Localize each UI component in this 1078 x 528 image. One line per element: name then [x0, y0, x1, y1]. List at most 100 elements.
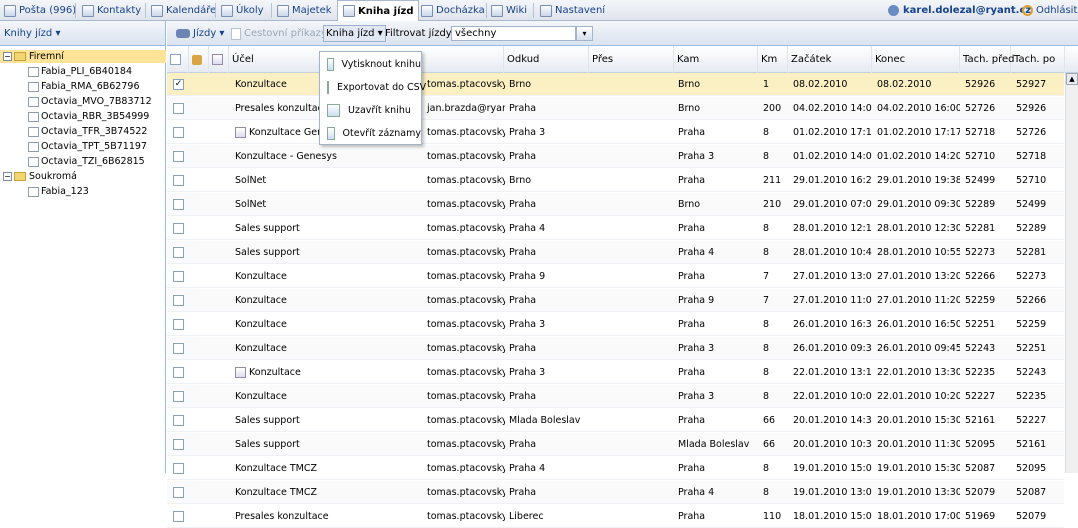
tree-item-car[interactable]: Octavia_TZI_6B62815: [28, 155, 145, 168]
table-row[interactable]: Sales support tomas.ptacovsky@ Praha Praha …: [167, 241, 1064, 264]
row-checkbox[interactable]: [171, 361, 187, 383]
checkbox[interactable]: [173, 102, 184, 114]
table-row[interactable]: Konzultace - Genesys tomas.ptacovsky@ Prah…: [167, 145, 1064, 168]
row-checkbox[interactable]: [171, 433, 187, 455]
tab-ukoly[interactable]: Úkoly: [221, 0, 264, 21]
cestovni-prikazy-button[interactable]: Cestovní příkazy ▾: [231, 25, 335, 42]
menu-item-export-csv[interactable]: Exportovat do CSV: [322, 77, 426, 98]
scroll-up-icon[interactable]: ▲: [1066, 73, 1078, 85]
row-checkbox[interactable]: [171, 385, 187, 407]
row-checkbox[interactable]: [171, 289, 187, 311]
checkbox[interactable]: [173, 174, 184, 186]
row-checkbox[interactable]: [171, 409, 187, 431]
tree-item-car[interactable]: Fabia_123: [28, 185, 89, 198]
table-row[interactable]: Konzultace tomas.ptacovsky@ Praha Praha 3 8 2…: [167, 385, 1064, 408]
tree-group-firemni[interactable]: − Firemní: [0, 50, 166, 63]
logout-button[interactable]: Odhlásit: [1022, 0, 1077, 21]
tab-wiki[interactable]: Wiki: [491, 0, 527, 21]
tree-item-car[interactable]: Octavia_MVO_7B83712: [28, 95, 152, 108]
tree-item-car[interactable]: Fabia_RMA_6B62796: [28, 80, 139, 93]
grid-scrollbar[interactable]: ▲: [1065, 73, 1078, 473]
checkbox[interactable]: [173, 270, 184, 282]
row-checkbox[interactable]: [171, 505, 187, 527]
tab-kniha-jizd[interactable]: Kniha jízd: [337, 0, 420, 21]
row-checkbox[interactable]: [171, 457, 187, 479]
collapse-icon[interactable]: −: [3, 52, 12, 61]
table-row[interactable]: Konzultace tomas.ptacovsky@ Praha 3 Praha 8 2…: [167, 313, 1064, 336]
table-row[interactable]: Sales support tomas.ptacovsky@ Praha Mlada …: [167, 433, 1064, 456]
tab-nastaveni[interactable]: Nastavení: [540, 0, 605, 21]
tree-item-car[interactable]: Octavia_RBR_3B54999: [28, 110, 149, 123]
table-row[interactable]: Konzultace TMCZ tomas.ptacovsky@ Praha 4 Pr…: [167, 457, 1064, 480]
column-konec[interactable]: Konec: [872, 46, 960, 73]
menu-item-close-book[interactable]: Uzavřít knihu: [322, 100, 421, 121]
tree-item-car[interactable]: Fabia_PLI_6B40184: [28, 65, 132, 78]
column-zacatek[interactable]: Začátek: [788, 46, 872, 73]
checkbox[interactable]: [173, 438, 184, 450]
checkbox[interactable]: ✓: [173, 78, 184, 90]
tab-majetek[interactable]: Majetek: [277, 0, 332, 21]
checkbox[interactable]: [173, 150, 184, 162]
table-row[interactable]: Konzultace tomas.ptacovsky@ Praha Praha 3 8 2…: [167, 337, 1064, 360]
column-tach-po[interactable]: Tach. po: [1011, 46, 1065, 73]
checkbox[interactable]: [173, 198, 184, 210]
table-row[interactable]: Konzultace tomas.ptacovsky@ Praha 9 Praha 7 2…: [167, 265, 1064, 288]
checkbox[interactable]: [173, 222, 184, 234]
filter-select[interactable]: všechny: [451, 26, 576, 41]
tree-group-soukroma[interactable]: − Soukromá: [3, 170, 77, 183]
jizdy-menu-button[interactable]: Jízdy ▾: [176, 25, 224, 42]
table-row[interactable]: Konzultace Genesystomas.ptacovsky@Praha …: [167, 121, 1064, 144]
checkbox[interactable]: [173, 486, 184, 498]
table-row[interactable]: SolNet tomas.ptacovsky@ Brno Praha 211 29.01.…: [167, 169, 1064, 192]
row-checkbox[interactable]: [171, 193, 187, 215]
checkbox[interactable]: [173, 390, 184, 402]
menu-item-open-records[interactable]: Otevřít záznamy: [322, 123, 421, 144]
row-checkbox[interactable]: ✓: [171, 73, 187, 95]
checkbox[interactable]: [173, 318, 184, 330]
column-pres[interactable]: Přes: [589, 46, 674, 73]
checkbox[interactable]: [173, 342, 184, 354]
column-km[interactable]: Km: [758, 46, 788, 73]
column-tach-pred[interactable]: Tach. před: [960, 46, 1015, 73]
select-all-checkbox[interactable]: [167, 46, 189, 73]
tab-kontakty[interactable]: Kontakty: [82, 0, 141, 21]
checkbox[interactable]: [173, 246, 184, 258]
checkbox[interactable]: [173, 414, 184, 426]
logbook-tree-title[interactable]: Knihy jízd ▾: [0, 21, 165, 46]
tree-item-car[interactable]: Octavia_TFR_3B74522: [28, 125, 147, 138]
user-account[interactable]: karel.dolezal@ryant.cz: [888, 0, 1031, 21]
table-row[interactable]: Presales konzultace jan.brazda@ryar Praha B…: [167, 97, 1064, 120]
checkbox[interactable]: [173, 462, 184, 474]
row-checkbox[interactable]: [171, 337, 187, 359]
row-checkbox[interactable]: [171, 217, 187, 239]
table-row[interactable]: Sales support tomas.ptacovsky@ Praha 4 Prah…: [167, 217, 1064, 240]
tab-kalendare[interactable]: Kalendáře: [151, 0, 216, 21]
row-checkbox[interactable]: [171, 481, 187, 503]
row-checkbox[interactable]: [171, 97, 187, 119]
tab-dochazka[interactable]: Docházka: [421, 0, 485, 21]
chevron-down-icon[interactable]: ▾: [576, 26, 593, 41]
checkbox[interactable]: [173, 510, 184, 522]
kniha-jizd-menu-button[interactable]: Kniha jízd ▾: [323, 25, 386, 42]
row-checkbox[interactable]: [171, 121, 187, 143]
tab-posta[interactable]: Pošta (996): [4, 0, 76, 21]
checkbox[interactable]: [173, 294, 184, 306]
table-row[interactable]: Sales support tomas.ptacovsky@ Mlada Boles…: [167, 409, 1064, 432]
table-row[interactable]: Konzultace TMCZ tomas.ptacovsky@ Praha Prah…: [167, 481, 1064, 504]
row-checkbox[interactable]: [171, 313, 187, 335]
column-kam[interactable]: Kam: [674, 46, 758, 73]
checkbox[interactable]: [173, 366, 184, 378]
row-checkbox[interactable]: [171, 241, 187, 263]
column-odkud[interactable]: Odkud: [504, 46, 589, 73]
table-row[interactable]: Konzultace tomas.ptacovsky@ Praha 3 Praha 8 2…: [167, 361, 1064, 384]
tree-item-car[interactable]: Octavia_TPT_5B71197: [28, 140, 147, 153]
table-row[interactable]: Konzultace tomas.ptacovsky@ Praha Praha 9 7 2…: [167, 289, 1064, 312]
table-row[interactable]: SolNet tomas.ptacovsky@ Praha Brno 210 29.01.…: [167, 193, 1064, 216]
row-checkbox[interactable]: [171, 169, 187, 191]
menu-item-print[interactable]: Vytisknout knihu: [322, 54, 421, 75]
checkbox[interactable]: [173, 126, 184, 138]
table-row[interactable]: ✓Konzultacetomas.ptacovsky@BrnoBrno108.0…: [167, 73, 1064, 96]
table-row[interactable]: Presales konzultace tomas.ptacovsky@ Liber…: [167, 505, 1064, 528]
row-checkbox[interactable]: [171, 265, 187, 287]
row-checkbox[interactable]: [171, 145, 187, 167]
